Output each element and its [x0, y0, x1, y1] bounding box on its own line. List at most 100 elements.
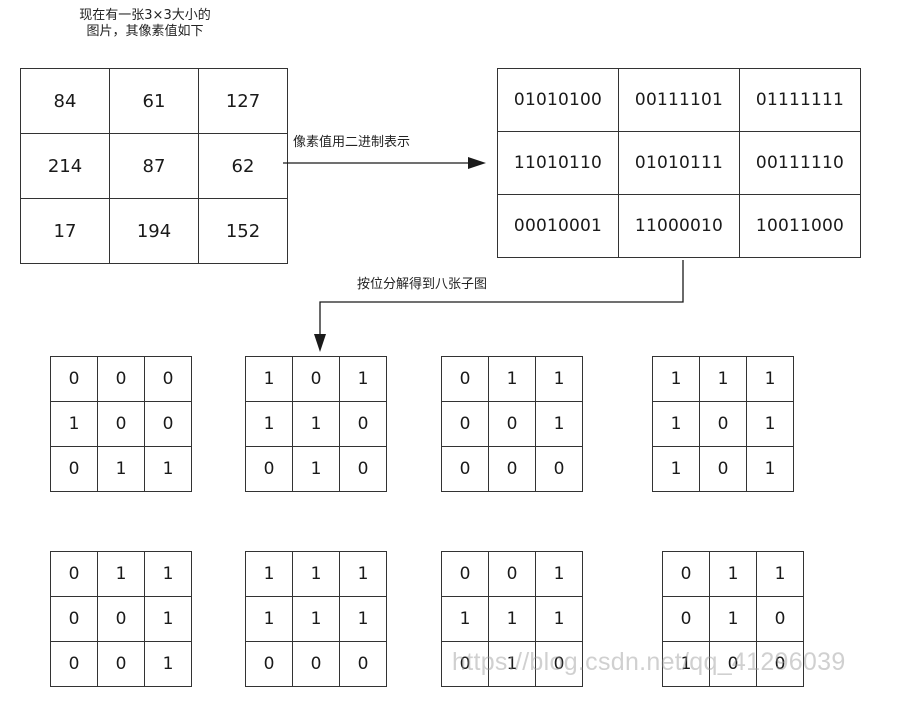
bit-plane-2: 101110010	[245, 356, 387, 492]
grid-row: 110	[245, 401, 387, 447]
grid-row: 011	[50, 446, 192, 492]
grid-cell: 1	[245, 551, 293, 597]
bit-plane-3: 011001000	[441, 356, 583, 492]
grid-cell: 1	[441, 596, 489, 642]
grid-cell: 1	[488, 641, 536, 687]
grid-cell: 1	[245, 596, 293, 642]
grid-cell: 1	[97, 446, 145, 492]
grid-cell: 1	[245, 401, 293, 447]
grid-row: 010	[662, 596, 804, 642]
grid-cell: 0	[97, 641, 145, 687]
grid-cell: 0	[245, 446, 293, 492]
grid-row: 011	[441, 356, 583, 402]
grid-cell: 1	[535, 596, 583, 642]
grid-cell: 0	[488, 446, 536, 492]
decompose-arrow	[314, 260, 684, 352]
grid-cell: 0	[488, 401, 536, 447]
grid-cell: 0	[50, 446, 98, 492]
bit-plane-6-body: 111111000	[245, 551, 387, 687]
grid-cell: 0	[699, 446, 747, 492]
grid-cell: 1	[245, 356, 293, 402]
grid-cell: 0	[144, 356, 192, 402]
grid-cell: 0	[662, 551, 710, 597]
grid-row: 001	[441, 551, 583, 597]
grid-cell: 0	[97, 596, 145, 642]
grid-cell: 1	[535, 551, 583, 597]
grid-cell: 0	[441, 551, 489, 597]
grid-row: 101	[652, 401, 794, 447]
grid-row: 101	[245, 356, 387, 402]
grid-row: 111	[652, 356, 794, 402]
grid-cell: 1	[488, 356, 536, 402]
grid-cell: 0	[756, 596, 804, 642]
bit-plane-3-body: 011001000	[441, 356, 583, 492]
grid-cell: 0	[441, 356, 489, 402]
grid-cell: 1	[292, 551, 340, 597]
grid-cell: 1	[339, 551, 387, 597]
grid-cell: 1	[746, 401, 794, 447]
grid-row: 001	[50, 596, 192, 642]
grid-cell: 1	[144, 551, 192, 597]
grid-row: 011	[50, 551, 192, 597]
grid-row: 011	[662, 551, 804, 597]
grid-cell: 1	[97, 551, 145, 597]
grid-cell: 1	[292, 446, 340, 492]
grid-cell: 0	[245, 641, 293, 687]
grid-cell: 0	[50, 551, 98, 597]
grid-cell: 1	[535, 356, 583, 402]
grid-row: 000	[50, 356, 192, 402]
grid-row: 101	[652, 446, 794, 492]
grid-cell: 0	[144, 401, 192, 447]
grid-cell: 1	[144, 596, 192, 642]
grid-cell: 1	[50, 401, 98, 447]
grid-cell: 1	[144, 641, 192, 687]
grid-cell: 1	[709, 596, 757, 642]
grid-cell: 0	[699, 401, 747, 447]
grid-cell: 0	[339, 401, 387, 447]
grid-cell: 0	[97, 356, 145, 402]
grid-cell: 1	[292, 401, 340, 447]
bit-plane-1-body: 000100011	[50, 356, 192, 492]
grid-cell: 1	[746, 356, 794, 402]
grid-cell: 0	[441, 641, 489, 687]
grid-cell: 0	[488, 551, 536, 597]
grid-row: 000	[245, 641, 387, 687]
bit-plane-8: 011010100	[662, 551, 804, 687]
grid-cell: 0	[339, 641, 387, 687]
grid-row: 001	[441, 401, 583, 447]
bit-plane-4: 111101101	[652, 356, 794, 492]
grid-cell: 1	[144, 446, 192, 492]
grid-cell: 1	[652, 356, 700, 402]
grid-row: 010	[441, 641, 583, 687]
grid-cell: 1	[535, 401, 583, 447]
bit-plane-2-body: 101110010	[245, 356, 387, 492]
grid-cell: 1	[339, 596, 387, 642]
grid-cell: 1	[746, 446, 794, 492]
grid-cell: 0	[756, 641, 804, 687]
grid-row: 010	[245, 446, 387, 492]
grid-cell: 1	[652, 401, 700, 447]
grid-row: 111	[245, 596, 387, 642]
grid-cell: 0	[339, 446, 387, 492]
grid-cell: 1	[756, 551, 804, 597]
to-binary-arrow	[283, 157, 486, 169]
grid-row: 100	[50, 401, 192, 447]
grid-row: 000	[441, 446, 583, 492]
grid-cell: 1	[709, 551, 757, 597]
grid-cell: 1	[292, 596, 340, 642]
bit-plane-1: 000100011	[50, 356, 192, 492]
bit-plane-7-body: 001111010	[441, 551, 583, 687]
bit-plane-7: 001111010	[441, 551, 583, 687]
grid-row: 100	[662, 641, 804, 687]
grid-cell: 1	[488, 596, 536, 642]
grid-cell: 0	[292, 356, 340, 402]
bit-plane-5-body: 011001001	[50, 551, 192, 687]
grid-cell: 1	[662, 641, 710, 687]
grid-cell: 1	[339, 356, 387, 402]
grid-row: 111	[441, 596, 583, 642]
grid-cell: 0	[50, 356, 98, 402]
bit-plane-8-body: 011010100	[662, 551, 804, 687]
grid-cell: 0	[441, 401, 489, 447]
grid-cell: 1	[652, 446, 700, 492]
bit-plane-5: 011001001	[50, 551, 192, 687]
